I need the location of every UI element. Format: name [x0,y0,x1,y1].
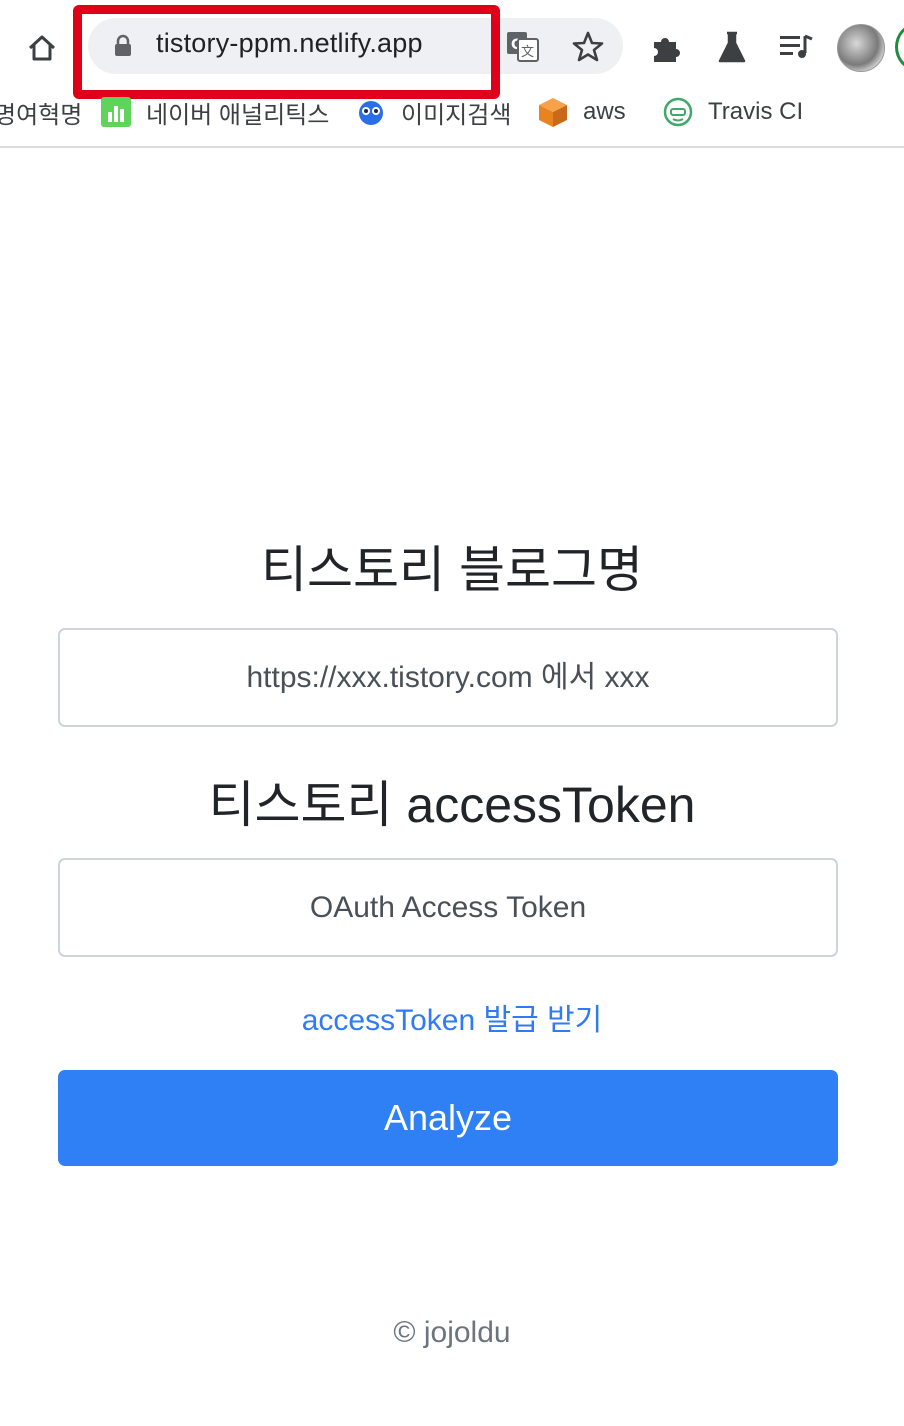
profile-status-ring [895,24,904,70]
media-playlist-icon[interactable] [778,32,814,62]
labs-flask-icon[interactable] [716,30,748,64]
aws-cube-icon [539,98,567,127]
bookmark-label: 네이버 애널리틱스 [146,101,330,129]
translate-icon[interactable]: G 文 [506,31,540,63]
access-token-input[interactable] [58,858,838,957]
bookmark-item[interactable]: Travis CI [662,92,803,132]
bookmark-label: 이미지검색 [401,101,512,129]
analytics-icon [101,97,131,127]
svg-text:文: 文 [521,45,534,60]
extensions-icon[interactable] [650,30,686,64]
profile-avatar[interactable] [837,24,885,72]
bookmark-label: Travis CI [708,98,804,125]
browser-toolbar: tistory-ppm.netlify.app G 文 [0,0,904,99]
image-search-icon [359,101,383,125]
bookmark-label: 명여혁명 [0,101,83,129]
bookmark-item[interactable]: 이미지검색 [355,92,511,132]
access-token-heading: 티스토리 accessToken [208,777,696,833]
bookmark-item[interactable]: 명여혁명 [0,92,82,132]
bookmark-label: aws [583,98,626,125]
get-access-token-link[interactable]: accessToken 발급 받기 [0,995,904,1039]
footer-copyright: © jojoldu [393,1316,511,1349]
bookmarks-bar: 명여혁명 네이버 애널리틱스 이미지검색 aws Travis CI [0,84,904,146]
bookmark-item[interactable]: aws [537,92,626,132]
bookmark-star-icon[interactable] [571,30,605,64]
blog-name-heading: 티스토리 블로그명 [261,542,643,598]
travis-icon [663,97,693,127]
bookmark-item[interactable]: 네이버 애널리틱스 [100,92,329,132]
toolbar-divider [0,146,904,148]
home-icon[interactable] [22,28,62,68]
blog-name-input[interactable] [58,628,838,727]
analyze-button[interactable]: Analyze [58,1070,838,1166]
